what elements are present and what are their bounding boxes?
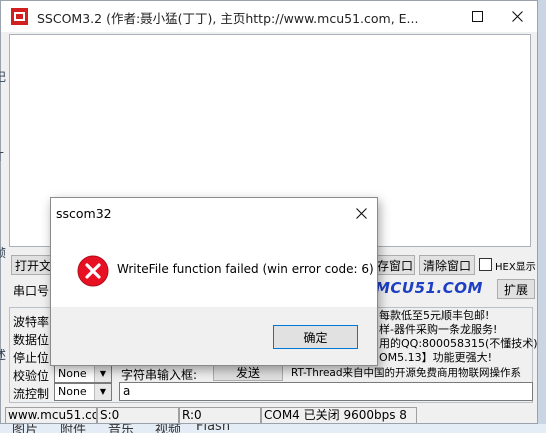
- peek-item: 音乐: [108, 424, 135, 433]
- status-sent: S:0: [97, 407, 179, 423]
- chevron-down-icon: ▼: [94, 366, 111, 382]
- status-url[interactable]: www.mcu51.cor: [5, 407, 97, 423]
- flow-control-label: 流控制: [13, 387, 50, 401]
- right-background-strip: [538, 0, 546, 433]
- left-edge-peek: 记 i T 帧 述: [0, 0, 8, 424]
- title-bar[interactable]: SSCOM3.2 (作者:聂小猛(丁丁), 主页http://www.mcu51…: [1, 1, 537, 32]
- ad-line[interactable]: RT-Thread来自中国的开源免费商用物联网操作系: [291, 365, 521, 380]
- baud-label: 波特率: [13, 315, 50, 329]
- peek-item: Flash: [196, 424, 231, 433]
- peek-char: T: [0, 150, 3, 164]
- dialog-footer: 确定: [51, 307, 377, 365]
- close-icon: [355, 207, 367, 219]
- data-bits-label: 数据位: [13, 333, 50, 347]
- error-icon: [77, 255, 109, 287]
- save-window-button[interactable]: 存窗口: [375, 255, 415, 275]
- mcu51-logo: MCU51.COM: [375, 279, 483, 297]
- parity-label: 校验位: [13, 369, 50, 383]
- peek-item: 附件: [60, 424, 87, 433]
- string-input-label: 字符串输入框:: [121, 368, 198, 382]
- status-received: R:0: [179, 407, 261, 423]
- peek-item: 视频: [155, 424, 182, 433]
- ad-line[interactable]: OM5.13】功能更强大!: [379, 349, 492, 365]
- dialog-title: sscom32: [56, 206, 112, 221]
- peek-char: 述: [0, 348, 7, 362]
- window-title: SSCOM3.2 (作者:聂小猛(丁丁), 主页http://www.mcu51…: [37, 11, 419, 26]
- peek-char: 记: [0, 70, 7, 84]
- flow-control-value: None: [58, 385, 87, 398]
- hex-display-label: HEX显示: [495, 262, 536, 273]
- peek-item: 图片: [12, 424, 39, 433]
- dialog-close-button[interactable]: [347, 200, 375, 226]
- dialog-message: WriteFile function failed (win error cod…: [117, 262, 374, 276]
- hex-display-checkbox[interactable]: [479, 258, 492, 271]
- string-input-value: a: [123, 384, 131, 398]
- mcu51-logo-text: MCU51.COM: [375, 279, 483, 297]
- open-file-button[interactable]: 打开文: [11, 255, 55, 275]
- app-icon: [11, 8, 28, 25]
- port-label: 串口号: [13, 284, 50, 298]
- expand-button[interactable]: 扩展: [497, 279, 535, 299]
- flow-control-select[interactable]: None ▼: [54, 383, 112, 401]
- string-input[interactable]: a: [119, 382, 533, 401]
- parity-value: None: [58, 367, 87, 380]
- clear-window-button[interactable]: 清除窗口: [419, 255, 475, 275]
- peek-char: 帧: [0, 246, 7, 260]
- status-bar: www.mcu51.cor S:0 R:0 COM4 已关闭 9600bps 8: [1, 405, 537, 423]
- ok-button[interactable]: 确定: [273, 325, 358, 349]
- taskbar-peek: 图片 附件 音乐 视频 Flash: [0, 424, 546, 433]
- maximize-button[interactable]: [457, 1, 497, 31]
- error-dialog: sscom32 WriteFile function failed (win e…: [50, 197, 378, 366]
- close-icon: [511, 10, 523, 22]
- chevron-down-icon: ▼: [94, 384, 111, 400]
- stop-bits-label: 停止位: [13, 351, 50, 365]
- maximize-icon: [471, 10, 483, 22]
- parity-select[interactable]: None ▼: [54, 365, 112, 383]
- status-port-state: COM4 已关闭 9600bps 8: [261, 407, 417, 423]
- close-button[interactable]: [497, 1, 537, 31]
